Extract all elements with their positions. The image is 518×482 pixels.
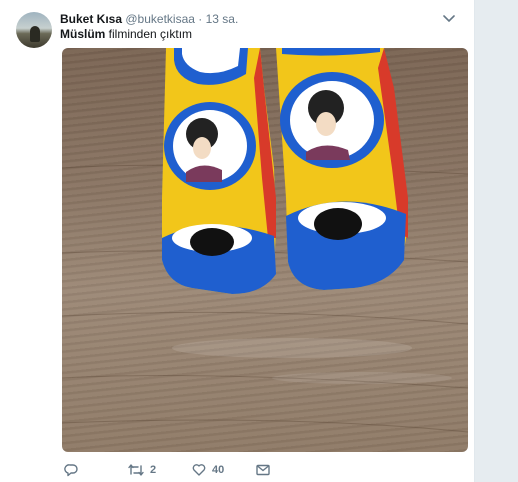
retweet-button[interactable]: 2: [128, 463, 156, 477]
separator: ·: [198, 12, 203, 26]
tweet-text-rest: filminden çıktım: [105, 27, 193, 41]
envelope-icon: [256, 464, 270, 476]
retweet-count: 2: [150, 464, 157, 476]
left-sock: [162, 48, 276, 294]
retweet-icon: [128, 463, 144, 477]
tweet-photo[interactable]: [62, 48, 468, 452]
like-button[interactable]: 40: [192, 463, 224, 477]
tweet-text: Müslüm filminden çıktım: [60, 26, 192, 42]
right-sock: [276, 48, 408, 290]
heart-icon: [192, 463, 206, 477]
author-handle[interactable]: @buketkisaa: [125, 12, 195, 26]
avatar[interactable]: [16, 12, 52, 48]
tweet-actions: 2 40: [62, 460, 468, 480]
author-name[interactable]: Buket Kısa: [60, 12, 122, 26]
like-count: 40: [212, 464, 225, 476]
socks-illustration: [62, 48, 468, 433]
chevron-down-icon[interactable]: [442, 10, 456, 28]
direct-message-button[interactable]: [256, 464, 270, 476]
reply-button[interactable]: [64, 463, 84, 477]
tweet-text-bold: Müslüm: [60, 27, 106, 41]
reply-icon: [64, 463, 78, 477]
tweet-timestamp[interactable]: 13 sa.: [206, 12, 239, 26]
tweet-card: Buket Kısa @buketkisaa · 13 sa. Müslüm f…: [0, 0, 475, 482]
